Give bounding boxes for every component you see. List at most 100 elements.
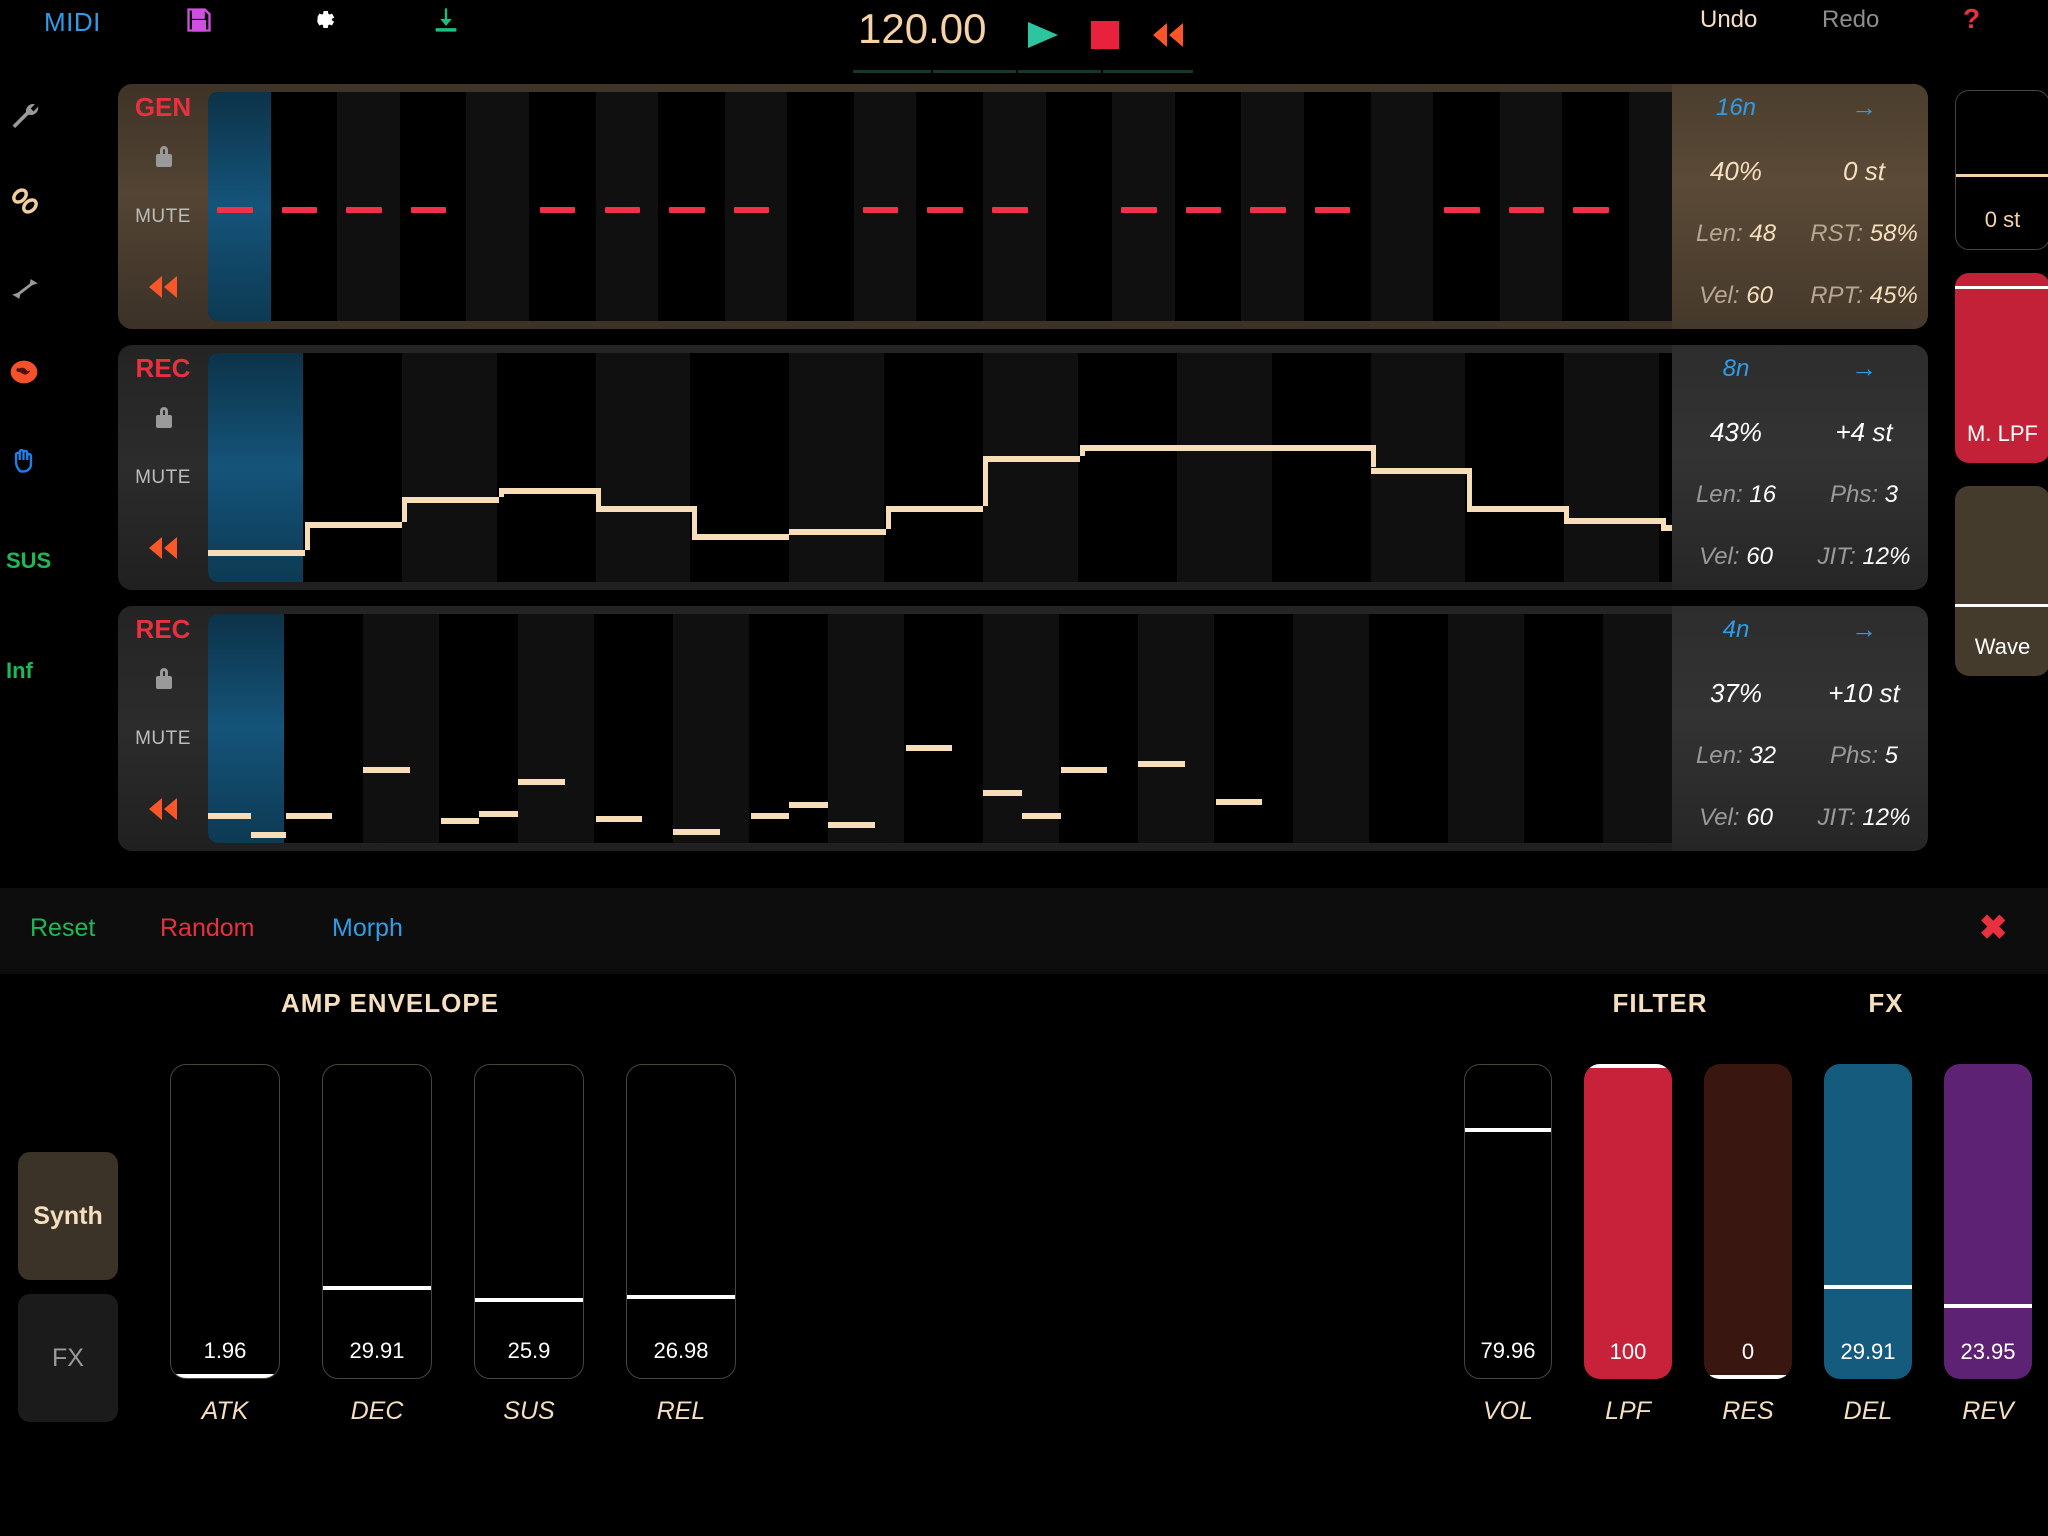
step-cell[interactable] bbox=[983, 353, 1078, 582]
step-note[interactable] bbox=[363, 767, 410, 774]
step-cell[interactable] bbox=[692, 353, 787, 582]
random-button[interactable]: Random bbox=[160, 914, 255, 943]
step-cell[interactable] bbox=[596, 614, 672, 843]
step-cell[interactable] bbox=[1448, 614, 1524, 843]
lock-icon[interactable] bbox=[152, 664, 176, 697]
macro-transpose-handle[interactable] bbox=[1956, 174, 2048, 178]
step-cell[interactable] bbox=[208, 614, 284, 843]
step-note[interactable] bbox=[862, 206, 899, 213]
step-note[interactable] bbox=[1060, 767, 1107, 774]
step-cell[interactable] bbox=[1293, 614, 1369, 843]
lock-icon[interactable] bbox=[152, 403, 176, 436]
step-note[interactable] bbox=[692, 533, 790, 540]
track-3-transpose[interactable]: +10 st bbox=[1800, 678, 1928, 709]
step-note[interactable] bbox=[983, 790, 1022, 797]
play-icon[interactable] bbox=[1026, 20, 1060, 55]
track-3-direction-arrow-icon[interactable]: → bbox=[1800, 614, 1928, 645]
step-cell[interactable] bbox=[518, 614, 594, 843]
filter-handle-res[interactable] bbox=[1704, 1375, 1792, 1379]
macro-transpose[interactable]: 0 st bbox=[1955, 90, 2048, 250]
step-note[interactable] bbox=[217, 206, 253, 213]
macro-wave-handle[interactable] bbox=[1955, 603, 2048, 607]
step-note[interactable] bbox=[281, 206, 318, 213]
amp-handle-atk[interactable] bbox=[171, 1373, 279, 1378]
track-1-probability[interactable]: 40% bbox=[1672, 156, 1800, 187]
download-icon[interactable] bbox=[432, 6, 460, 39]
step-cell[interactable] bbox=[1371, 614, 1447, 843]
track-1-rpt[interactable]: RPT: 45% bbox=[1800, 282, 1928, 310]
step-note[interactable] bbox=[992, 206, 1028, 213]
macro-mlpf[interactable]: M. LPF bbox=[1955, 273, 2048, 463]
globe-icon[interactable] bbox=[8, 356, 48, 396]
collapse-arrows-icon[interactable] bbox=[8, 272, 48, 312]
step-note[interactable] bbox=[208, 549, 305, 556]
step-note[interactable] bbox=[1467, 506, 1565, 513]
step-note[interactable] bbox=[346, 206, 382, 213]
save-icon[interactable] bbox=[185, 6, 213, 39]
step-cell[interactable] bbox=[1370, 92, 1434, 321]
track-3-step-grid[interactable] bbox=[208, 614, 1758, 843]
step-note[interactable] bbox=[789, 801, 828, 808]
step-note[interactable] bbox=[886, 506, 983, 513]
step-cell[interactable] bbox=[363, 614, 439, 843]
track-3-probability[interactable]: 37% bbox=[1672, 678, 1800, 709]
step-note[interactable] bbox=[1121, 206, 1157, 213]
close-icon[interactable]: ✖ bbox=[1979, 908, 2008, 948]
track-row-3[interactable]: REC MUTE 4n → 37% +10 st Len: 32 Phs: 5 … bbox=[118, 606, 1928, 851]
track-1-length[interactable]: Len: 48 bbox=[1672, 220, 1800, 248]
filter-slider-lpf[interactable]: 100 bbox=[1584, 1064, 1672, 1379]
step-cell[interactable] bbox=[983, 614, 1059, 843]
step-note[interactable] bbox=[1314, 206, 1351, 213]
step-note[interactable] bbox=[595, 506, 693, 513]
step-cell[interactable] bbox=[466, 92, 529, 321]
track-row-2[interactable]: REC MUTE 8n → 43% +4 st Len: 16 Phs: 3 V… bbox=[118, 345, 1928, 590]
step-note[interactable] bbox=[1176, 444, 1274, 451]
track-2-velocity[interactable]: Vel: 60 bbox=[1672, 543, 1800, 571]
track-3-length[interactable]: Len: 32 bbox=[1672, 742, 1800, 770]
step-cell[interactable] bbox=[1138, 614, 1214, 843]
step-note[interactable] bbox=[983, 456, 1080, 463]
step-note[interactable] bbox=[604, 206, 641, 213]
step-cell[interactable] bbox=[499, 353, 594, 582]
track-row-1[interactable]: GEN MUTE 16n → 40% 0 st Len: 48 RST: 58%… bbox=[118, 84, 1928, 329]
undo-button[interactable]: Undo bbox=[1700, 6, 1757, 34]
rewind-icon[interactable] bbox=[144, 794, 182, 829]
track-3-mode-button[interactable]: REC bbox=[118, 614, 208, 645]
track-2-direction-arrow-icon[interactable]: → bbox=[1800, 353, 1928, 384]
step-note[interactable] bbox=[789, 529, 887, 536]
step-cell[interactable] bbox=[828, 614, 904, 843]
step-cell[interactable] bbox=[1274, 353, 1369, 582]
step-cell[interactable] bbox=[208, 353, 303, 582]
track-1-rst[interactable]: RST: 58% bbox=[1800, 220, 1928, 248]
step-note[interactable] bbox=[1573, 206, 1609, 213]
track-2-length[interactable]: Len: 16 bbox=[1672, 481, 1800, 509]
filter-handle-vol[interactable] bbox=[1465, 1128, 1551, 1133]
filter-handle-lpf[interactable] bbox=[1584, 1064, 1672, 1068]
amp-slider-dec[interactable]: 29.91 bbox=[322, 1064, 432, 1379]
track-2-probability[interactable]: 43% bbox=[1672, 417, 1800, 448]
step-note[interactable] bbox=[905, 744, 952, 751]
bpm-slider-track[interactable] bbox=[853, 70, 1193, 73]
step-cell[interactable] bbox=[401, 353, 497, 582]
amp-slider-atk[interactable]: 1.96 bbox=[170, 1064, 280, 1379]
step-cell[interactable] bbox=[789, 353, 885, 582]
step-note[interactable] bbox=[669, 206, 705, 213]
step-note[interactable] bbox=[750, 813, 790, 820]
track-1-direction-arrow-icon[interactable]: → bbox=[1800, 92, 1928, 123]
step-note[interactable] bbox=[285, 813, 332, 820]
step-note[interactable] bbox=[927, 206, 963, 213]
track-2-rate[interactable]: 8n bbox=[1672, 355, 1800, 383]
step-cell[interactable] bbox=[1526, 614, 1602, 843]
step-cell[interactable] bbox=[673, 614, 749, 843]
step-note[interactable] bbox=[1508, 206, 1545, 213]
step-cell[interactable] bbox=[789, 92, 852, 321]
midi-button[interactable]: MIDI bbox=[44, 7, 101, 38]
step-note[interactable] bbox=[518, 778, 565, 785]
lock-icon[interactable] bbox=[152, 142, 176, 175]
amp-handle-dec[interactable] bbox=[323, 1285, 431, 1290]
help-button[interactable]: ? bbox=[1963, 3, 1980, 35]
rewind-icon[interactable] bbox=[144, 533, 182, 568]
step-cell[interactable] bbox=[1467, 353, 1562, 582]
step-note[interactable] bbox=[208, 813, 251, 820]
amp-slider-sus[interactable]: 25.9 bbox=[474, 1064, 584, 1379]
